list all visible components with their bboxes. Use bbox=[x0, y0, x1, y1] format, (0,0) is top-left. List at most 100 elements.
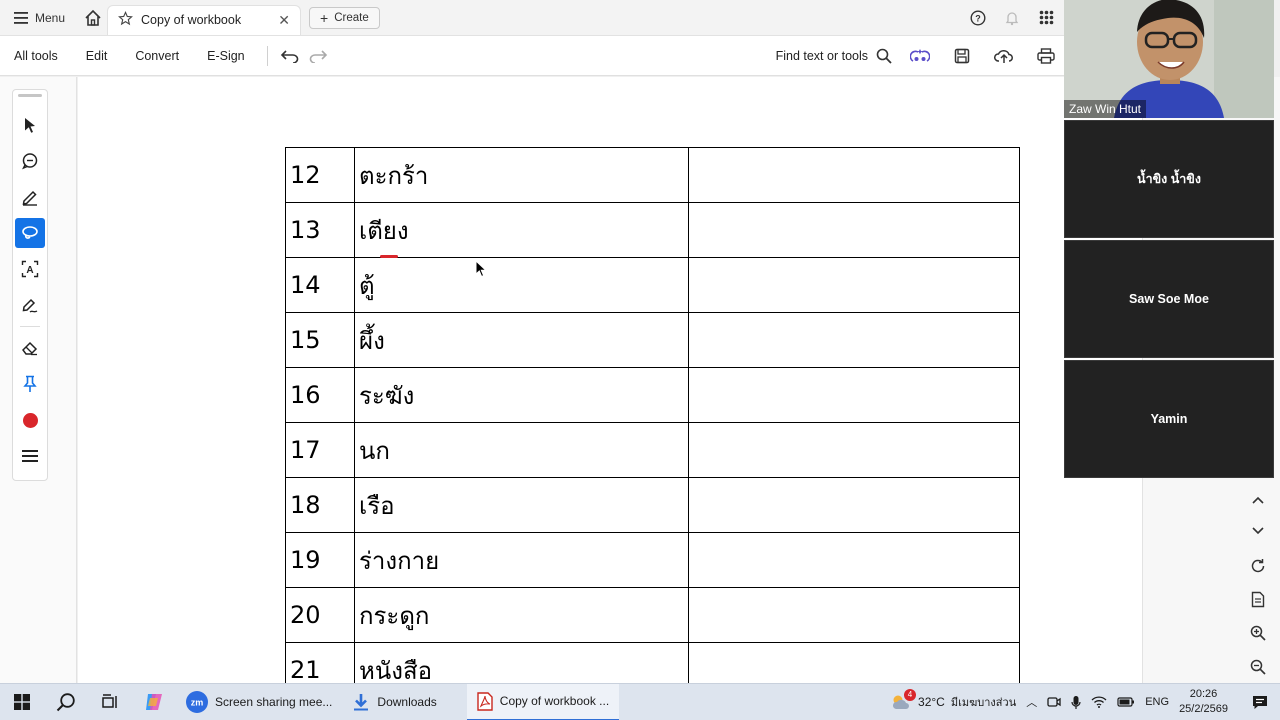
redo-button[interactable] bbox=[304, 42, 332, 70]
eraser-icon bbox=[22, 341, 38, 356]
start-button[interactable] bbox=[0, 684, 44, 720]
table-row: 18 เรือ bbox=[285, 477, 1020, 533]
table-row: 17 นก bbox=[285, 422, 1020, 478]
cursor-arrow-icon bbox=[25, 118, 35, 133]
save-button[interactable] bbox=[948, 42, 976, 70]
color-picker-button[interactable] bbox=[15, 405, 45, 435]
weather-widget[interactable]: 4 32°C มีเมฆบางส่วน bbox=[890, 689, 1016, 711]
select-tool-button[interactable] bbox=[15, 110, 45, 140]
vocabulary-table: 12 ตะกร้า 13 เตียง 14 ตู้ 15 ผึ้ง 16 ระฆัง 17 นก 18 เ… bbox=[285, 147, 1020, 683]
refresh-icon bbox=[1251, 559, 1265, 573]
answer-cell[interactable] bbox=[688, 532, 1020, 588]
upload-button[interactable] bbox=[990, 42, 1018, 70]
table-row: 12 ตะกร้า bbox=[285, 147, 1020, 203]
zoom-in-icon bbox=[1250, 625, 1266, 641]
pin-tool-button[interactable] bbox=[15, 369, 45, 399]
apps-button[interactable] bbox=[1032, 4, 1060, 32]
close-tab-icon[interactable]: ✕ bbox=[278, 12, 290, 29]
all-tools-menu[interactable]: All tools bbox=[0, 49, 72, 63]
notification-center-icon[interactable] bbox=[1252, 695, 1268, 710]
copilot-button[interactable] bbox=[132, 684, 176, 720]
help-button[interactable]: ? bbox=[964, 4, 992, 32]
answer-cell[interactable] bbox=[688, 147, 1020, 203]
participant-tile-2[interactable]: Saw Soe Moe bbox=[1064, 240, 1274, 358]
answer-cell[interactable] bbox=[688, 642, 1020, 683]
scroll-up-button[interactable] bbox=[1242, 486, 1274, 514]
eraser-tool-button[interactable] bbox=[15, 333, 45, 363]
zoom-in-button[interactable] bbox=[1242, 619, 1274, 647]
answer-cell[interactable] bbox=[688, 367, 1020, 423]
participant-tile-1[interactable]: น้ำขิง น้ำขิง bbox=[1064, 120, 1274, 238]
edit-menu[interactable]: Edit bbox=[72, 49, 122, 63]
windows-taskbar: zm Screen sharing mee... Downloads Copy … bbox=[0, 683, 1280, 720]
create-button[interactable]: + Create bbox=[309, 6, 380, 29]
wifi-icon[interactable] bbox=[1091, 696, 1107, 708]
input-language[interactable]: ENG bbox=[1145, 696, 1169, 708]
taskbar-app-downloads[interactable]: Downloads bbox=[342, 684, 446, 720]
participant-video-zaw-win-htut[interactable]: Zaw Win Htut bbox=[1064, 0, 1274, 118]
taskbar-app-label: Downloads bbox=[377, 695, 437, 709]
thai-word: ตู้ bbox=[354, 257, 689, 313]
table-row: 16 ระฆัง bbox=[285, 367, 1020, 423]
menu-button[interactable]: Menu bbox=[0, 0, 79, 36]
print-button[interactable] bbox=[1032, 42, 1060, 70]
chevron-up-icon bbox=[1252, 496, 1264, 504]
esign-menu[interactable]: E-Sign bbox=[193, 49, 259, 63]
taskbar-app-acrobat[interactable]: Copy of workbook ... bbox=[466, 683, 620, 720]
table-row: 14 ตู้ bbox=[285, 257, 1020, 313]
comment-icon bbox=[22, 153, 38, 170]
more-tools-button[interactable] bbox=[15, 441, 45, 471]
thai-word: หนังสือ bbox=[354, 642, 689, 683]
zoom-out-button[interactable] bbox=[1242, 653, 1274, 681]
taskbar-app-zoom[interactable]: zm Screen sharing mee... bbox=[176, 684, 342, 720]
svg-text:zm: zm bbox=[191, 698, 204, 708]
text-recognition-tool-button[interactable]: A bbox=[15, 254, 45, 284]
page-info-button[interactable] bbox=[1242, 585, 1274, 613]
tab-copy-of-workbook[interactable]: Copy of workbook ✕ bbox=[107, 4, 302, 35]
participant-tile-3[interactable]: Yamin bbox=[1064, 360, 1274, 478]
star-icon[interactable] bbox=[118, 11, 133, 29]
meet-now-icon[interactable] bbox=[1047, 695, 1061, 709]
participant-name: Saw Soe Moe bbox=[1129, 292, 1209, 306]
red-ink-mark bbox=[380, 255, 398, 258]
convert-menu[interactable]: Convert bbox=[121, 49, 193, 63]
refresh-button[interactable] bbox=[1242, 552, 1274, 580]
system-clock[interactable]: 20:26 25/2/2569 bbox=[1179, 687, 1228, 717]
mouse-cursor-icon bbox=[475, 260, 487, 278]
answer-cell[interactable] bbox=[688, 477, 1020, 533]
thai-word: กระดูก bbox=[354, 587, 689, 643]
chevron-up-icon[interactable]: ︿ bbox=[1026, 694, 1037, 710]
signature-pen-icon bbox=[22, 298, 38, 313]
sign-tool-button[interactable] bbox=[15, 290, 45, 320]
notifications-button[interactable] bbox=[998, 4, 1026, 32]
answer-cell[interactable] bbox=[688, 257, 1020, 313]
find-text-or-tools[interactable]: Find text or tools bbox=[776, 48, 892, 64]
find-label: Find text or tools bbox=[775, 48, 868, 63]
weather-icon: 4 bbox=[890, 689, 917, 711]
task-view-button[interactable] bbox=[88, 684, 132, 720]
drag-handle[interactable] bbox=[18, 94, 42, 97]
taskbar-app-label: Copy of workbook ... bbox=[499, 694, 610, 708]
freehand-draw-tool-button[interactable] bbox=[15, 218, 45, 248]
answer-cell[interactable] bbox=[688, 202, 1020, 258]
answer-cell[interactable] bbox=[688, 587, 1020, 643]
undo-button[interactable] bbox=[276, 42, 304, 70]
home-icon bbox=[85, 9, 101, 26]
zoom-app-icon: zm bbox=[186, 691, 208, 713]
answer-cell[interactable] bbox=[688, 422, 1020, 478]
pdf-document-view[interactable]: 12 ตะกร้า 13 เตียง 14 ตู้ 15 ผึ้ง 16 ระฆัง 17 นก 18 เ… bbox=[78, 77, 1142, 683]
battery-icon[interactable] bbox=[1117, 697, 1135, 707]
home-button[interactable] bbox=[79, 4, 107, 32]
microphone-icon[interactable] bbox=[1071, 695, 1081, 710]
search-button[interactable] bbox=[44, 684, 88, 720]
highlight-tool-button[interactable] bbox=[15, 182, 45, 212]
answer-cell[interactable] bbox=[688, 312, 1020, 368]
thai-word: ร่างกาย bbox=[354, 532, 689, 588]
comment-tool-button[interactable] bbox=[15, 146, 45, 176]
task-view-icon bbox=[102, 694, 117, 708]
toolbar-divider bbox=[266, 45, 268, 66]
scroll-down-button[interactable] bbox=[1242, 517, 1274, 545]
windows-logo-icon bbox=[14, 694, 30, 710]
save-icon bbox=[954, 48, 970, 63]
ai-assistant-button[interactable] bbox=[906, 42, 934, 70]
